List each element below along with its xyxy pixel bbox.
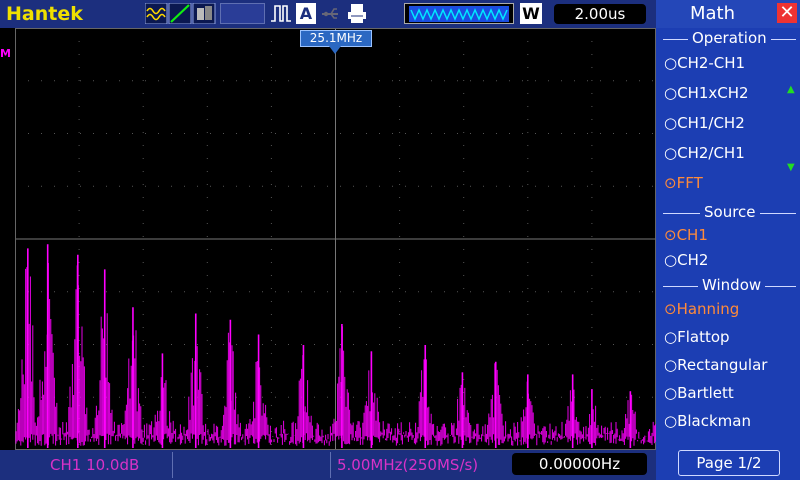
- operation-option-label: CH1xCH2: [677, 84, 749, 102]
- waveform-display[interactable]: [15, 28, 656, 450]
- operation-option[interactable]: ○CH2-CH1: [664, 54, 745, 72]
- scroll-down-icon[interactable]: ▼: [787, 162, 795, 173]
- radio-icon: ○: [664, 384, 678, 402]
- run-mode-badge[interactable]: W: [520, 3, 542, 24]
- center-marker-arrow-icon: [329, 46, 341, 54]
- window-section-label: Window: [698, 276, 766, 294]
- memory-waveform-preview: [404, 3, 514, 24]
- center-frequency-marker[interactable]: 25.1MHz: [300, 30, 372, 47]
- close-icon: ✕: [779, 2, 795, 23]
- scroll-up-icon[interactable]: ▲: [787, 84, 795, 95]
- radio-selected-icon: ⊙: [664, 300, 677, 318]
- fft-spectrum-trace: [15, 244, 656, 448]
- window-option-label: Hanning: [676, 300, 740, 318]
- trigger-edge-icon[interactable]: [270, 3, 292, 24]
- operation-option-label: FFT: [676, 174, 703, 192]
- operation-option-label: CH2/CH1: [677, 144, 745, 162]
- source-option[interactable]: ⊙CH1: [664, 226, 708, 244]
- waveform-icons[interactable]: [144, 2, 217, 25]
- page-button[interactable]: Page 1/2: [678, 450, 780, 476]
- window-option[interactable]: ○Bartlett: [664, 384, 734, 402]
- window-option-label: Blackman: [677, 412, 751, 430]
- math-channel-marker[interactable]: M: [0, 47, 11, 60]
- source-option[interactable]: ○CH2: [664, 251, 708, 269]
- radio-icon: ○: [664, 144, 678, 162]
- channel-scale-readout: CH1 10.0dB: [50, 456, 140, 474]
- brand-logo: Hantek: [6, 3, 83, 25]
- display-slot: [220, 3, 265, 24]
- window-option[interactable]: ○Rectangular: [664, 356, 767, 374]
- menu-title: Math: [690, 3, 736, 24]
- operation-option[interactable]: ⊙FFT: [664, 174, 703, 192]
- window-option-label: Flattop: [677, 328, 730, 346]
- timebase-readout[interactable]: 2.00us: [554, 4, 646, 24]
- frequency-scale-readout: 5.00MHz(250MS/s): [337, 456, 479, 474]
- operation-option-label: CH1/CH2: [677, 114, 745, 132]
- radio-icon: ○: [664, 356, 678, 374]
- radio-icon: ○: [664, 114, 678, 132]
- radio-icon: ○: [664, 412, 678, 430]
- divider: [330, 452, 331, 478]
- source-section-label: Source: [700, 203, 760, 221]
- operation-option[interactable]: ○CH1/CH2: [664, 114, 745, 132]
- operation-option[interactable]: ○CH1xCH2: [664, 84, 749, 102]
- divider: [172, 452, 173, 478]
- source-option-label: CH2: [677, 251, 709, 269]
- cursor-frequency-readout: 0.00000Hz: [512, 453, 647, 475]
- operation-option[interactable]: ○CH2/CH1: [664, 144, 745, 162]
- trigger-mode-badge[interactable]: A: [296, 3, 316, 24]
- radio-selected-icon: ⊙: [664, 174, 677, 192]
- radio-icon: ○: [664, 251, 678, 269]
- operation-section-label: Operation: [688, 29, 771, 47]
- radio-selected-icon: ⊙: [664, 226, 677, 244]
- operation-option-label: CH2-CH1: [677, 54, 746, 72]
- printer-icon[interactable]: [346, 3, 368, 24]
- radio-icon: ○: [664, 328, 678, 346]
- close-button[interactable]: ✕: [777, 3, 797, 23]
- window-option[interactable]: ⊙Hanning: [664, 300, 739, 318]
- radio-icon: ○: [664, 84, 678, 102]
- source-option-label: CH1: [676, 226, 708, 244]
- usb-icon: [320, 3, 342, 24]
- window-option-label: Bartlett: [677, 384, 734, 402]
- window-option[interactable]: ○Flattop: [664, 328, 730, 346]
- radio-icon: ○: [664, 54, 678, 72]
- window-option[interactable]: ○Blackman: [664, 412, 751, 430]
- window-option-label: Rectangular: [677, 356, 768, 374]
